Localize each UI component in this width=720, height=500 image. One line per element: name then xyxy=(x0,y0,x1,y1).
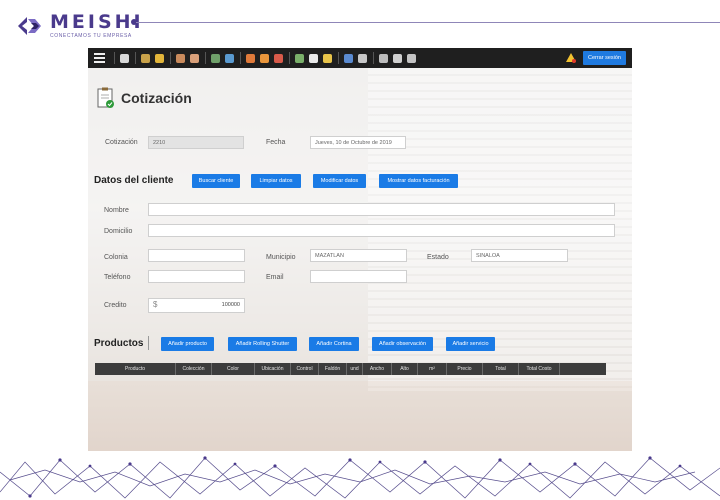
box-icon[interactable] xyxy=(120,53,129,63)
phone-label: Teléfono xyxy=(104,274,131,281)
tool-icon[interactable] xyxy=(379,53,388,63)
clear-data-button[interactable]: Limpiar datos xyxy=(251,174,301,188)
brand-tagline: CONECTAMOS TU EMPRESA xyxy=(50,33,132,39)
money-icon[interactable] xyxy=(225,53,234,63)
toolbar: Cerrar sesión xyxy=(88,48,632,68)
address-label: Domicilio xyxy=(104,228,133,235)
toolbar-separator xyxy=(114,52,115,64)
presentation-slide: MEISHI CONECTAMOS TU EMPRESA Cerrar sesi… xyxy=(0,0,720,500)
add-rolling-shutter-button[interactable]: Añadir Rolling Shutter xyxy=(228,337,297,351)
column-header[interactable]: Total Costo xyxy=(519,363,560,375)
toolbar-separator xyxy=(373,52,374,64)
date-label: Fecha xyxy=(266,139,286,146)
quote-number-field[interactable]: 2210 xyxy=(148,136,244,149)
logout-button[interactable]: Cerrar sesión xyxy=(582,51,626,65)
colony-field[interactable] xyxy=(148,249,245,262)
address-field[interactable] xyxy=(148,224,615,237)
products-divider xyxy=(148,336,149,350)
credit-currency-symbol: $ xyxy=(153,300,158,309)
meishi-logo-icon xyxy=(18,17,41,35)
add-service-button[interactable]: Añadir servicio xyxy=(446,337,495,351)
column-header[interactable]: Faldón xyxy=(319,363,347,375)
column-header[interactable]: Ancho xyxy=(363,363,392,375)
credit-value: 100000 xyxy=(221,302,240,308)
add-product-button[interactable]: Añadir producto xyxy=(161,337,214,351)
warning-icon[interactable] xyxy=(566,53,576,63)
phone-field[interactable] xyxy=(148,270,245,283)
header-divider xyxy=(136,22,720,23)
hammer-icon[interactable] xyxy=(141,53,150,63)
toolbar-separator xyxy=(135,52,136,64)
toolbar-separator xyxy=(170,52,171,64)
column-header[interactable]: und xyxy=(347,363,363,375)
search-client-button[interactable]: Buscar cliente xyxy=(192,174,240,188)
print-icon[interactable] xyxy=(393,53,402,63)
app-window: Cerrar sesión Cotización Cotización 2210… xyxy=(88,48,632,451)
page-icon[interactable] xyxy=(309,53,318,63)
modify-data-button[interactable]: Modificar datos xyxy=(313,174,366,188)
fire-icon[interactable] xyxy=(260,53,269,63)
clipboard-icon xyxy=(97,87,114,108)
email-field[interactable] xyxy=(310,270,407,283)
name-field[interactable] xyxy=(148,203,615,216)
document-icon[interactable] xyxy=(295,53,304,63)
column-header[interactable]: m² xyxy=(418,363,447,375)
municipality-label: Municipio xyxy=(266,254,296,261)
page-title: Cotización xyxy=(121,90,192,106)
hamburger-icon[interactable] xyxy=(94,51,105,65)
credit-field[interactable]: $ 100000 xyxy=(148,298,245,313)
show-billing-button[interactable]: Mostrar datos facturación xyxy=(379,174,458,188)
column-header-empty xyxy=(560,363,586,375)
column-header[interactable]: Alto xyxy=(392,363,418,375)
name-label: Nombre xyxy=(104,207,129,214)
folder-icon[interactable] xyxy=(323,53,332,63)
column-header[interactable]: Colección xyxy=(176,363,212,375)
toolbar-separator xyxy=(240,52,241,64)
products-section-title: Productos xyxy=(94,338,144,349)
municipality-field[interactable]: MAZATLAN xyxy=(310,249,407,262)
column-header[interactable]: Precio xyxy=(447,363,483,375)
add-observation-button[interactable]: Añadir observación xyxy=(372,337,433,351)
chart-icon[interactable] xyxy=(246,53,255,63)
column-header[interactable]: Producto xyxy=(95,363,176,375)
client-section-title: Datos del cliente xyxy=(94,175,174,186)
decorative-network-pattern xyxy=(0,456,720,499)
toolbar-separator xyxy=(338,52,339,64)
colony-label: Colonia xyxy=(104,254,128,261)
main-content: Cotización Cotización 2210 Fecha Jueves,… xyxy=(88,68,632,451)
column-header[interactable]: Color xyxy=(212,363,255,375)
key-icon[interactable] xyxy=(155,53,164,63)
toolbar-separator xyxy=(205,52,206,64)
column-header[interactable]: Total xyxy=(483,363,519,375)
column-header[interactable]: Ubicación xyxy=(255,363,291,375)
state-field[interactable]: SINALOA xyxy=(471,249,568,262)
add-curtain-button[interactable]: Añadir Cortina xyxy=(309,337,359,351)
state-label: Estado xyxy=(427,254,449,261)
quote-number-label: Cotización xyxy=(105,139,138,146)
email-label: Email xyxy=(266,274,284,281)
edit-icon[interactable] xyxy=(407,53,416,63)
credit-label: Credito xyxy=(104,302,127,309)
brand-name: MEISHI xyxy=(50,11,144,33)
user-icon[interactable] xyxy=(176,53,185,63)
date-field[interactable]: Jueves, 10 de Octubre de 2019 xyxy=(310,136,406,149)
page-header: Cotización xyxy=(97,87,192,109)
bill-icon[interactable] xyxy=(211,53,220,63)
tag-icon[interactable] xyxy=(274,53,283,63)
products-table-header: Producto Colección Color Ubicación Contr… xyxy=(95,363,606,375)
eraser-icon[interactable] xyxy=(344,53,353,63)
column-header[interactable]: Control xyxy=(291,363,319,375)
brand-logo: MEISHI CONECTAMOS TU EMPRESA xyxy=(18,12,144,39)
pencil-icon[interactable] xyxy=(358,53,367,63)
toolbar-separator xyxy=(289,52,290,64)
person-icon[interactable] xyxy=(190,53,199,63)
